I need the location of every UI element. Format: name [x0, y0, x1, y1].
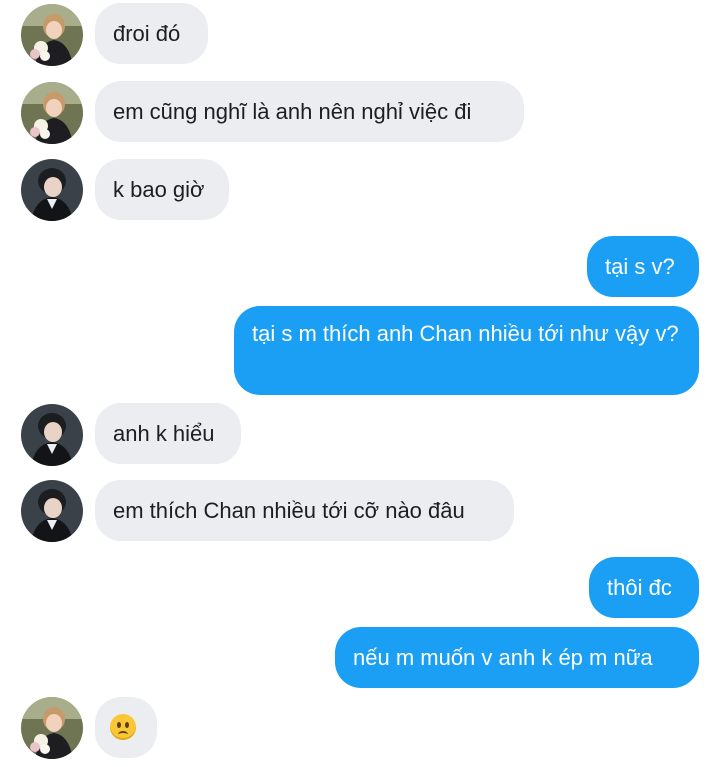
message-text: k bao giờ: [113, 177, 205, 202]
message-text: em thích Chan nhiều tới cỡ nào đâu: [113, 498, 465, 523]
message-text: em cũng nghĩ là anh nên nghỉ việc đi: [113, 99, 472, 124]
message-bubble-incoming[interactable]: [95, 697, 157, 758]
message-bubble-incoming[interactable]: đroi đó: [95, 3, 208, 64]
avatar-boy[interactable]: [21, 404, 83, 466]
slightly-frowning-face-emoji: [110, 714, 136, 740]
message-text: nếu m muốn v anh k ép m nữa: [353, 645, 653, 670]
message-text: thôi đc: [607, 575, 672, 600]
chat-thread: đroi đó em cũng nghĩ là anh nên nghỉ việ…: [0, 0, 720, 767]
message-bubble-incoming[interactable]: k bao giờ: [95, 159, 229, 220]
message-text: đroi đó: [113, 21, 181, 46]
message-text: tại s v?: [605, 254, 675, 279]
avatar-girl[interactable]: [21, 82, 83, 144]
message-bubble-incoming[interactable]: anh k hiểu: [95, 403, 241, 464]
message-bubble-incoming[interactable]: em cũng nghĩ là anh nên nghỉ việc đi: [95, 81, 524, 142]
avatar-boy[interactable]: [21, 159, 83, 221]
message-text: tại s m thích anh Chan nhiều tới như vậy…: [252, 321, 679, 346]
message-bubble-outgoing[interactable]: tại s m thích anh Chan nhiều tới như vậy…: [234, 306, 699, 395]
message-text: anh k hiểu: [113, 421, 215, 446]
message-bubble-incoming[interactable]: em thích Chan nhiều tới cỡ nào đâu: [95, 480, 514, 541]
avatar-girl[interactable]: [21, 697, 83, 759]
avatar-boy[interactable]: [21, 480, 83, 542]
message-bubble-outgoing[interactable]: nếu m muốn v anh k ép m nữa: [335, 627, 699, 688]
avatar-girl[interactable]: [21, 4, 83, 66]
message-bubble-outgoing[interactable]: thôi đc: [589, 557, 699, 618]
message-bubble-outgoing[interactable]: tại s v?: [587, 236, 699, 297]
